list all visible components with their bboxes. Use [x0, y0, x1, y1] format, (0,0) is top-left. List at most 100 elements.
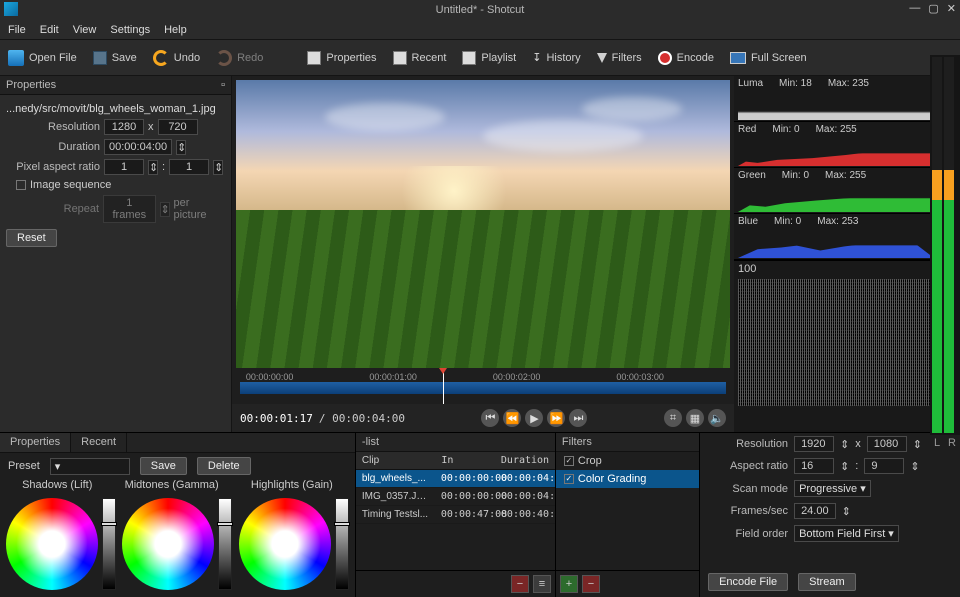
encode-button[interactable]: Encode: [658, 51, 714, 65]
par-n-field[interactable]: 1: [104, 159, 144, 175]
res-width-field[interactable]: 1280: [104, 119, 144, 135]
col-dur[interactable]: Duration: [495, 452, 555, 469]
properties-button[interactable]: Properties: [307, 51, 376, 65]
redo-button[interactable]: Redo: [216, 50, 263, 66]
forward-button[interactable]: ⏩: [547, 409, 565, 427]
sheet-icon: [307, 51, 321, 65]
tick: 00:00:00:00: [246, 372, 294, 382]
tab-properties[interactable]: Properties: [0, 433, 71, 452]
highlights-slider[interactable]: [335, 498, 349, 590]
preset-save-button[interactable]: Save: [140, 457, 187, 475]
preset-select[interactable]: ▾: [50, 458, 130, 475]
duration-stepper[interactable]: ⇕: [176, 140, 186, 155]
video-preview[interactable]: [236, 80, 730, 368]
image-seq-checkbox[interactable]: [16, 180, 26, 190]
scope-blue-label: Blue: [738, 216, 758, 227]
col-in[interactable]: In: [435, 452, 495, 469]
shadows-label: Shadows (Lift): [22, 479, 92, 491]
reset-button[interactable]: Reset: [6, 229, 57, 247]
table-row[interactable]: IMG_0357.JPG00:00:00:0000:00:04:00: [356, 488, 555, 506]
out-aspect-label: Aspect ratio: [708, 460, 788, 472]
open-file-button[interactable]: Open File: [8, 50, 77, 66]
scan-label: Scan mode: [708, 483, 788, 495]
stream-button[interactable]: Stream: [798, 573, 855, 591]
menu-edit[interactable]: Edit: [40, 24, 59, 36]
skip-end-button[interactable]: ⏭: [569, 409, 587, 427]
res-height-field[interactable]: 720: [158, 119, 198, 135]
out-ar-d[interactable]: 9: [864, 458, 904, 474]
timeline-ruler[interactable]: 00:00:00:00 00:00:01:00 00:00:02:00 00:0…: [236, 372, 730, 404]
table-row[interactable]: Timing Testsl...00:00:47:0800:00:40:08: [356, 506, 555, 524]
menu-file[interactable]: File: [8, 24, 26, 36]
volume-button[interactable]: 🔈: [708, 409, 726, 427]
tick: 00:00:01:00: [369, 372, 417, 382]
menu-settings[interactable]: Settings: [110, 24, 150, 36]
field-order-label: Field order: [708, 528, 788, 540]
shadows-wheel[interactable]: [6, 498, 98, 590]
out-res-label: Resolution: [708, 438, 788, 450]
midtones-slider[interactable]: [218, 498, 232, 590]
properties-panel: Properties▫ ...nedy/src/movit/blg_wheels…: [0, 76, 232, 432]
play-button[interactable]: ▶: [525, 409, 543, 427]
fullscreen-button[interactable]: Full Screen: [730, 52, 807, 64]
recent-button[interactable]: Recent: [393, 51, 447, 65]
histogram-red: [738, 144, 934, 166]
timecode-current[interactable]: 00:00:01:17: [240, 412, 313, 425]
encode-file-button[interactable]: Encode File: [708, 573, 788, 591]
duration-label: Duration: [6, 141, 100, 153]
shadows-slider[interactable]: [102, 498, 116, 590]
transport-bar: 00:00:01:17 / 00:00:04:00 ⏮ ⏪ ▶ ⏩ ⏭ ⌗ ▦ …: [232, 404, 734, 432]
preview-panel: 00:00:00:00 00:00:01:00 00:00:02:00 00:0…: [232, 76, 734, 432]
menu-help[interactable]: Help: [164, 24, 187, 36]
undo-button[interactable]: Undo: [153, 50, 200, 66]
scope-luma-label: Luma: [738, 78, 763, 89]
midtones-wheel[interactable]: [122, 498, 214, 590]
fps-label: Frames/sec: [708, 505, 788, 517]
screen-icon: [730, 52, 746, 64]
preset-delete-button[interactable]: Delete: [197, 457, 251, 475]
filter-item[interactable]: ✓Crop: [556, 452, 699, 470]
tab-recent[interactable]: Recent: [71, 433, 127, 452]
out-height-field[interactable]: 1080: [867, 436, 907, 452]
redo-icon: [216, 50, 232, 66]
scan-mode-select[interactable]: Progressive ▾: [794, 480, 871, 497]
zoom-fit-button[interactable]: ⌗: [664, 409, 682, 427]
par-d-field[interactable]: 1: [169, 159, 209, 175]
midtones-label: Midtones (Gamma): [125, 479, 219, 491]
close-icon[interactable]: ✕: [947, 2, 956, 15]
filters-button[interactable]: Filters: [597, 52, 642, 64]
remove-filter-button[interactable]: −: [582, 575, 600, 593]
table-row[interactable]: blg_wheels_...00:00:00:0000:00:04:00: [356, 470, 555, 488]
skip-start-button[interactable]: ⏮: [481, 409, 499, 427]
col-clip[interactable]: Clip: [356, 452, 435, 469]
minimize-icon[interactable]: —: [909, 2, 920, 15]
highlights-wheel[interactable]: [239, 498, 331, 590]
fps-field[interactable]: 24.00: [794, 503, 836, 519]
toolbar: Open File Save Undo Redo Properties Rece…: [0, 40, 960, 76]
grid-button[interactable]: ▦: [686, 409, 704, 427]
remove-item-button[interactable]: −: [511, 575, 529, 593]
highlights-label: Highlights (Gain): [251, 479, 333, 491]
save-icon: [93, 51, 107, 65]
playlist-panel: -list Clip In Duration blg_wheels_...00:…: [356, 433, 556, 597]
history-button[interactable]: ↧History: [532, 51, 580, 64]
list-menu-button[interactable]: ≡: [533, 575, 551, 593]
out-ar-n[interactable]: 16: [794, 458, 834, 474]
add-filter-button[interactable]: +: [560, 575, 578, 593]
filters-title: Filters: [562, 436, 592, 448]
sheet-icon: [393, 51, 407, 65]
filter-item[interactable]: ✓Color Grading: [556, 470, 699, 488]
duration-field[interactable]: 00:00:04:00: [104, 139, 172, 155]
field-order-select[interactable]: Bottom Field First ▾: [794, 525, 899, 542]
image-seq-label: Image sequence: [30, 179, 111, 191]
window-title: Untitled* - Shotcut: [436, 4, 525, 16]
rewind-button[interactable]: ⏪: [503, 409, 521, 427]
playlist-button[interactable]: Playlist: [462, 51, 516, 65]
save-button[interactable]: Save: [93, 51, 137, 65]
maximize-icon[interactable]: ▢: [928, 2, 938, 15]
out-width-field[interactable]: 1920: [794, 436, 834, 452]
panel-close-icon[interactable]: ▫: [221, 79, 225, 91]
app-icon: [4, 2, 18, 16]
histogram-green: [738, 190, 934, 212]
menu-view[interactable]: View: [73, 24, 97, 36]
